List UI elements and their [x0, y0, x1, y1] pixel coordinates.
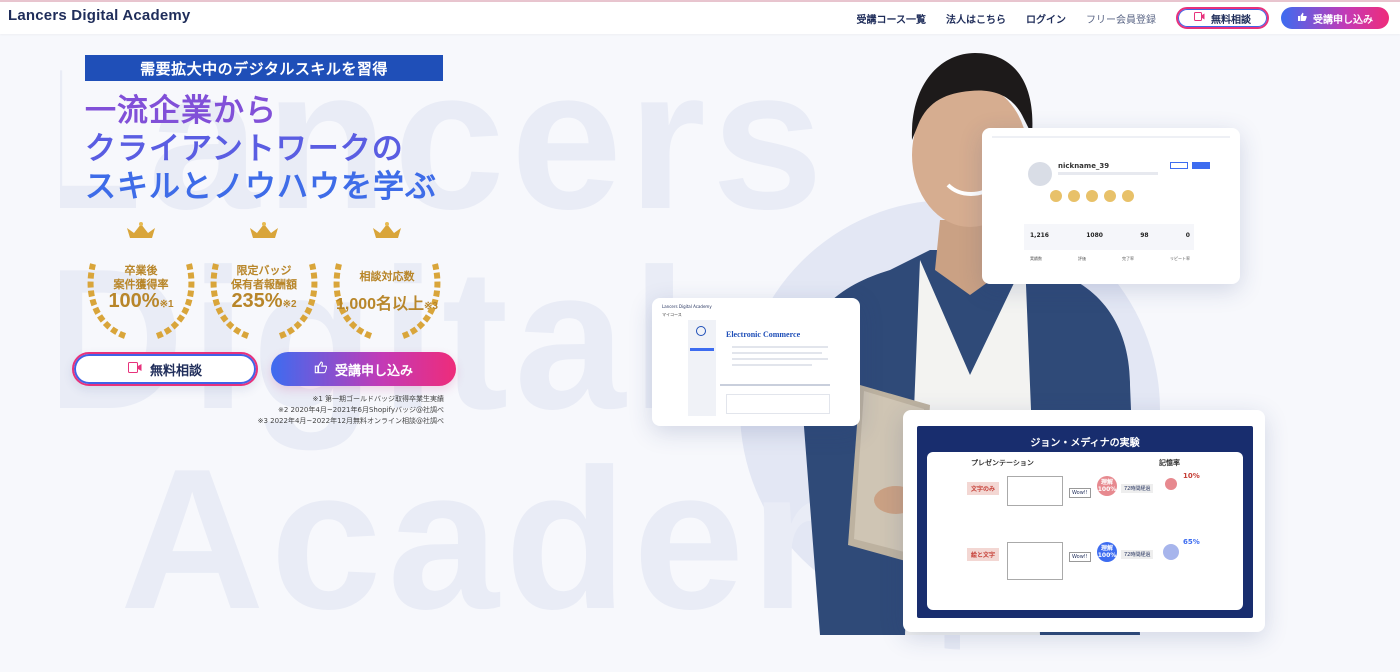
header-nav: 受講コース一覧 法人はこちら ログイン フリー会員登録 無料相談 受講申し込み — [857, 2, 1400, 34]
site-header: Lancers Digital Academy 受講コース一覧 法人はこちら ロ… — [0, 2, 1400, 34]
profile-screenshot-card: nickname_39 1,216 1080 98 0 実績数 評価 完了率 リ… — [982, 128, 1240, 284]
video-call-icon — [127, 361, 142, 377]
crown-icon — [250, 222, 278, 238]
headline-line-1: 一流企業から — [85, 93, 277, 129]
hero-consult-button[interactable]: 無料相談 — [72, 352, 258, 386]
slide-screenshot-card: ジョン・メディナの実験 プレゼンテーション 記憶率 文字のみ Wow!! 理解1… — [903, 410, 1265, 632]
video-call-icon — [1194, 12, 1205, 24]
nav-corporate[interactable]: 法人はこちら — [946, 11, 1006, 26]
crown-icon — [127, 222, 155, 238]
badge-consultations: 相談対応数 1,000名以上※3 — [331, 222, 443, 340]
headline-line-3: スキルとノウハウを学ぶ — [85, 169, 437, 205]
course-screenshot-card: Lancers Digital Academy マイコース Electronic… — [652, 298, 860, 426]
header-apply-button[interactable]: 受講申し込み — [1281, 7, 1389, 29]
footnotes: ※1 第一期ゴールドバッジ取得卒業生実績 ※2 2020年4月~2021年6月S… — [257, 395, 444, 425]
site-logo[interactable]: Lancers Digital Academy — [8, 7, 190, 24]
badge-job-rate: 卒業後 案件獲得率 100%※1 — [85, 222, 197, 340]
nav-course-list[interactable]: 受講コース一覧 — [857, 11, 927, 26]
hero-tagline: 需要拡大中のデジタルスキルを習得 — [85, 55, 443, 81]
nav-free-signup[interactable]: フリー会員登録 — [1086, 11, 1156, 26]
hero-headline: 一流企業から クライアントワークの スキルとノウハウを学ぶ — [85, 92, 505, 206]
badge-reward-rate: 限定バッジ 保有者報酬額 235%※2 — [208, 222, 320, 340]
crown-icon — [373, 222, 401, 238]
thumbs-up-icon — [1297, 12, 1307, 25]
headline-line-2: クライアントワークの — [85, 131, 404, 167]
hero-apply-button[interactable]: 受講申し込み — [271, 352, 456, 386]
thumbs-up-icon — [314, 361, 328, 378]
nav-login[interactable]: ログイン — [1026, 11, 1066, 26]
avatar — [1028, 162, 1052, 186]
achievement-badges: 卒業後 案件獲得率 100%※1 限定バッジ 保有者報酬額 235%※2 相談対応数… — [85, 222, 445, 342]
header-consult-button[interactable]: 無料相談 — [1176, 7, 1269, 29]
